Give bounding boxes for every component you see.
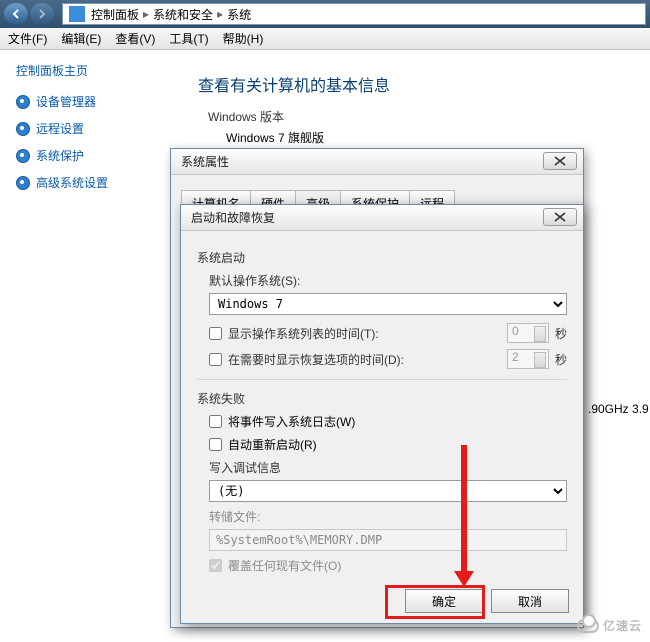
section-windows-edition: Windows 版本 — [208, 108, 650, 125]
dialog-titlebar: 系统属性 — [171, 149, 583, 175]
sidebar-item-remote[interactable]: 远程设置 — [16, 120, 164, 137]
nav-back-button[interactable] — [4, 3, 28, 25]
label-dump-file: 转储文件: — [209, 508, 567, 525]
checkbox-overwrite — [209, 559, 222, 572]
menu-view[interactable]: 查看(V) — [115, 30, 155, 47]
sidebar-item-label: 高级系统设置 — [36, 174, 108, 191]
sidebar-item-label: 远程设置 — [36, 120, 84, 137]
divider — [197, 379, 567, 380]
menubar: 文件(F) 编辑(E) 查看(V) 工具(T) 帮助(H) — [0, 28, 650, 50]
label-dump-info: 写入调试信息 — [209, 459, 567, 476]
checkbox-show-os-list[interactable] — [209, 327, 222, 340]
breadcrumb-leaf[interactable]: 系统 — [227, 6, 251, 23]
group-system-failure: 系统失败 — [197, 390, 567, 407]
menu-tools[interactable]: 工具(T) — [169, 30, 208, 47]
select-default-os[interactable]: Windows 7 — [209, 293, 567, 315]
label-show-recovery: 在需要时显示恢复选项的时间(D): — [228, 351, 507, 368]
label-seconds: 秒 — [555, 325, 567, 342]
label-default-os: 默认操作系统(S): — [209, 272, 567, 289]
cloud-icon — [577, 619, 599, 633]
sidebar-item-protection[interactable]: 系统保护 — [16, 147, 164, 164]
select-dump-type[interactable]: (无) — [209, 480, 567, 502]
main-content: 查看有关计算机的基本信息 Windows 版本 Windows 7 旗舰版 .9… — [198, 60, 650, 146]
checkbox-show-recovery[interactable] — [209, 353, 222, 366]
checkbox-auto-restart[interactable] — [209, 438, 222, 451]
checkbox-write-event[interactable] — [209, 415, 222, 428]
sidebar-item-label: 设备管理器 — [36, 93, 96, 110]
sidebar-home[interactable]: 控制面板主页 — [16, 62, 164, 79]
annotation-highlight — [385, 585, 485, 619]
menu-edit[interactable]: 编辑(E) — [61, 30, 101, 47]
breadcrumb[interactable]: 控制面板 ▸ 系统和安全 ▸ 系统 — [62, 3, 646, 25]
label-auto-restart: 自动重新启动(R) — [228, 436, 317, 453]
dialog-title-text: 系统属性 — [181, 153, 229, 170]
shield-icon — [16, 176, 30, 190]
breadcrumb-root[interactable]: 控制面板 — [91, 6, 139, 23]
watermark: 亿速云 — [577, 617, 642, 634]
sidebar-item-label: 系统保护 — [36, 147, 84, 164]
spinner-recovery-seconds[interactable]: 2 — [507, 349, 549, 369]
shield-icon — [16, 95, 30, 109]
label-seconds: 秒 — [555, 351, 567, 368]
windows-edition-value: Windows 7 旗舰版 — [226, 129, 650, 146]
menu-file[interactable]: 文件(F) — [8, 30, 47, 47]
label-write-event: 将事件写入系统日志(W) — [228, 413, 355, 430]
group-system-startup: 系统启动 — [197, 249, 567, 266]
label-overwrite: 覆盖任何现有文件(O) — [228, 557, 341, 574]
dialog-close-button[interactable] — [543, 152, 577, 170]
nav-forward-button[interactable] — [30, 3, 54, 25]
menu-help[interactable]: 帮助(H) — [223, 30, 264, 47]
window-titlebar: 控制面板 ▸ 系统和安全 ▸ 系统 — [0, 0, 650, 28]
control-panel-icon — [69, 6, 85, 22]
dialog-startup-recovery: 启动和故障恢复 系统启动 默认操作系统(S): Windows 7 显示操作系统… — [180, 204, 584, 624]
sidebar: 控制面板主页 设备管理器 远程设置 系统保护 高级系统设置 — [0, 50, 180, 213]
sidebar-item-advanced[interactable]: 高级系统设置 — [16, 174, 164, 191]
breadcrumb-mid[interactable]: 系统和安全 — [153, 6, 213, 23]
chevron-right-icon: ▸ — [143, 7, 149, 21]
cpu-spec-partial: .90GHz 3.9 — [588, 402, 649, 416]
spinner-os-list-seconds[interactable]: 0 — [507, 323, 549, 343]
input-dump-file — [209, 529, 567, 551]
cancel-button[interactable]: 取消 — [491, 589, 569, 613]
shield-icon — [16, 149, 30, 163]
shield-icon — [16, 122, 30, 136]
chevron-right-icon: ▸ — [217, 7, 223, 21]
watermark-text: 亿速云 — [603, 617, 642, 634]
dialog-titlebar: 启动和故障恢复 — [181, 205, 583, 231]
dialog-title-text: 启动和故障恢复 — [191, 209, 275, 226]
page-heading: 查看有关计算机的基本信息 — [198, 72, 650, 96]
label-show-os-list: 显示操作系统列表的时间(T): — [228, 325, 507, 342]
dialog-close-button[interactable] — [543, 208, 577, 226]
sidebar-item-device-manager[interactable]: 设备管理器 — [16, 93, 164, 110]
